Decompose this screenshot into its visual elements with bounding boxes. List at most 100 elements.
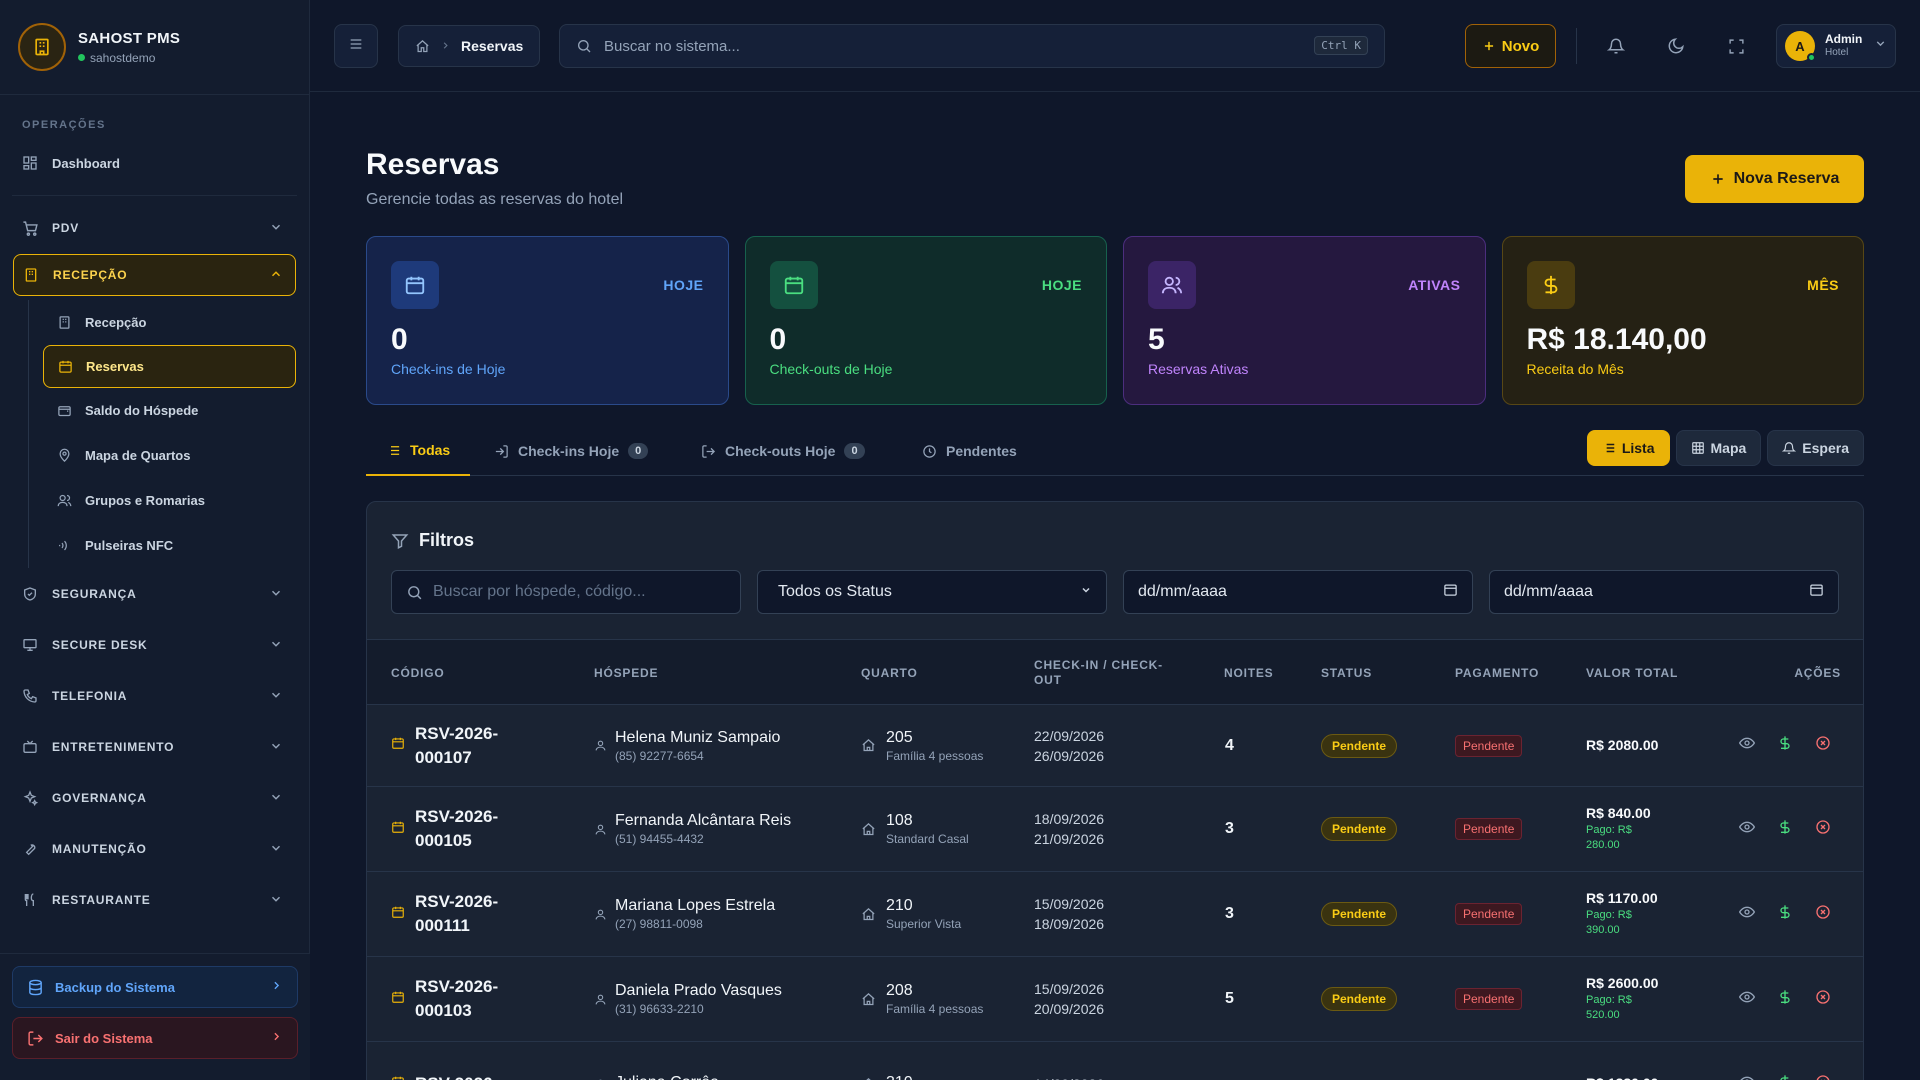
login-icon: [494, 444, 509, 459]
tab-count-badge: 0: [844, 443, 865, 459]
dollar-icon[interactable]: [1777, 819, 1793, 840]
cancel-icon[interactable]: [1815, 735, 1831, 756]
date-from-input[interactable]: dd/mm/aaaa: [1123, 570, 1473, 614]
stat-label: Receita do Mês: [1526, 361, 1624, 377]
new-reservation-button[interactable]: Nova Reserva: [1685, 155, 1864, 203]
tab-checkouts-hoje[interactable]: Check-outs Hoje 0: [681, 426, 885, 476]
table-row[interactable]: RSV-2026- Juliana Corrêa 310 14/09/2026 …: [367, 1042, 1863, 1080]
breadcrumb: Reservas: [398, 25, 541, 67]
sidebar-item-secure-desk[interactable]: SECURE DESK: [0, 623, 309, 667]
sidebar-item-dashboard[interactable]: Dashboard: [0, 141, 309, 185]
backup-button[interactable]: Backup do Sistema: [12, 966, 298, 1008]
stats-cards: HOJE 0 Check-ins de Hoje HOJE 0 Check-ou…: [366, 236, 1864, 405]
sidebar-item-label: GOVERNANÇA: [52, 791, 147, 805]
logout-button[interactable]: Sair do Sistema: [12, 1017, 298, 1059]
cancel-icon[interactable]: [1815, 1074, 1831, 1080]
sidebar-item-label: Reservas: [86, 359, 144, 374]
sidebar-item-telefonia[interactable]: TELEFONIA: [0, 674, 309, 718]
section-label: OPERAÇÕES: [22, 119, 106, 131]
fullscreen-icon[interactable]: [1720, 30, 1752, 62]
view-icon[interactable]: [1738, 735, 1756, 756]
sidebar-item-label: Recepção: [85, 315, 147, 330]
home-icon: [861, 992, 876, 1007]
table-row[interactable]: RSV-2026- 000107 Helena Muniz Sampaio (85)…: [367, 705, 1863, 787]
column-header[interactable]: PAGAMENTO: [1455, 640, 1539, 706]
hamburger-icon: [348, 36, 364, 57]
global-search-input[interactable]: Buscar no sistema... Ctrl K: [559, 24, 1385, 68]
view-icon[interactable]: [1739, 1074, 1755, 1080]
total-value: R$ 840.00: [1586, 805, 1651, 821]
tab-pendentes[interactable]: Pendentes: [902, 426, 1037, 476]
sidebar-item-pdv[interactable]: PDV: [0, 206, 309, 250]
calendar-icon: [1443, 582, 1458, 602]
dollar-icon[interactable]: [1777, 735, 1793, 756]
column-header[interactable]: VALOR TOTAL: [1586, 640, 1678, 706]
sidebar-subitem-recepcao[interactable]: Recepção: [43, 300, 309, 345]
status-badge: Pendente: [1321, 987, 1398, 1011]
cancel-icon[interactable]: [1815, 989, 1831, 1010]
table-row[interactable]: RSV-2026- 000103 Daniela Prado Vasques (31…: [367, 957, 1863, 1042]
moon-icon[interactable]: [1660, 30, 1692, 62]
column-header[interactable]: CÓDIGO: [391, 640, 444, 706]
table-row[interactable]: RSV-2026- 000105 Fernanda Alcântara Reis (…: [367, 787, 1863, 872]
sidebar-item-manutencao[interactable]: MANUTENÇÃO: [0, 827, 309, 871]
logout-icon: [27, 1030, 45, 1047]
sidebar-item-entretenimento[interactable]: ENTRETENIMENTO: [0, 725, 309, 769]
guest-name: Helena Muniz Sampaio: [615, 728, 781, 746]
nfc-icon: [57, 538, 73, 554]
view-icon[interactable]: [1738, 904, 1756, 925]
user-menu[interactable]: A Admin Hotel: [1776, 24, 1896, 68]
payment-badge: Pendente: [1455, 988, 1523, 1010]
cancel-icon[interactable]: [1815, 819, 1831, 840]
menu-toggle-button[interactable]: [334, 24, 378, 68]
sidebar-subitem-grupos[interactable]: Grupos e Romarias: [43, 478, 309, 523]
tab-checkins-hoje[interactable]: Check-ins Hoje 0: [474, 426, 668, 476]
stat-value: 5: [1148, 323, 1165, 356]
bell-icon[interactable]: [1600, 30, 1632, 62]
wrench-icon: [22, 840, 40, 858]
dollar-icon[interactable]: [1777, 1074, 1793, 1080]
recepcao-submenu: Recepção Reservas Saldo do Hóspede Mapa …: [28, 300, 309, 568]
sidebar-subitem-reservas[interactable]: Reservas: [43, 345, 296, 388]
view-icon[interactable]: [1738, 819, 1756, 840]
stat-card-active: ATIVAS 5 Reservas Ativas: [1123, 236, 1486, 405]
sidebar-item-recepcao[interactable]: RECEPÇÃO: [13, 254, 296, 296]
column-header[interactable]: CHECK-IN / CHECK-OUT: [1034, 640, 1164, 706]
calendar-icon: [391, 261, 439, 309]
sidebar-subitem-saldo[interactable]: Saldo do Hóspede: [43, 388, 309, 433]
sidebar-item-governanca[interactable]: GOVERNANÇA: [0, 776, 309, 820]
calendar-icon: [1809, 582, 1824, 602]
view-label: Espera: [1802, 440, 1849, 456]
view-mapa-button[interactable]: Mapa: [1675, 430, 1762, 466]
view-lista-button[interactable]: Lista: [1586, 430, 1670, 466]
view-icon[interactable]: [1738, 989, 1756, 1010]
dollar-icon[interactable]: [1777, 989, 1793, 1010]
column-header[interactable]: NOITES: [1224, 640, 1273, 706]
view-espera-button[interactable]: Espera: [1767, 430, 1864, 466]
search-icon: [576, 38, 592, 54]
guest-search-placeholder: Buscar por hóspede, código...: [433, 583, 646, 600]
guest-search-input[interactable]: Buscar por hóspede, código...: [391, 570, 741, 614]
tab-todas[interactable]: Todas: [366, 426, 471, 476]
column-header[interactable]: QUARTO: [861, 640, 918, 706]
home-icon[interactable]: [415, 39, 430, 54]
status-select-value: Todos os Status: [778, 583, 892, 600]
sidebar-item-restaurante[interactable]: RESTAURANTE: [0, 878, 309, 922]
tab-label: Todas: [410, 442, 451, 458]
guest-phone: (27) 98811-0098: [615, 917, 703, 931]
sidebar-subitem-pulseiras[interactable]: Pulseiras NFC: [43, 523, 309, 568]
checkin-date: 18/09/2026: [1034, 811, 1105, 827]
sidebar-subitem-mapa[interactable]: Mapa de Quartos: [43, 433, 309, 478]
stat-tag: HOJE: [663, 277, 704, 293]
column-header[interactable]: HÓSPEDE: [594, 640, 658, 706]
sidebar-item-seguranca[interactable]: SEGURANÇA: [0, 572, 309, 616]
table-row[interactable]: RSV-2026- 000111 Mariana Lopes Estrela (27…: [367, 872, 1863, 957]
new-button[interactable]: Novo: [1465, 24, 1556, 68]
column-header: AÇÕES: [1794, 665, 1841, 680]
cancel-icon[interactable]: [1815, 904, 1831, 925]
date-to-input[interactable]: dd/mm/aaaa: [1489, 570, 1839, 614]
column-header[interactable]: STATUS: [1321, 640, 1372, 706]
dollar-icon[interactable]: [1777, 904, 1793, 925]
backup-label: Backup do Sistema: [55, 979, 175, 995]
status-select[interactable]: Todos os Status: [757, 570, 1107, 614]
